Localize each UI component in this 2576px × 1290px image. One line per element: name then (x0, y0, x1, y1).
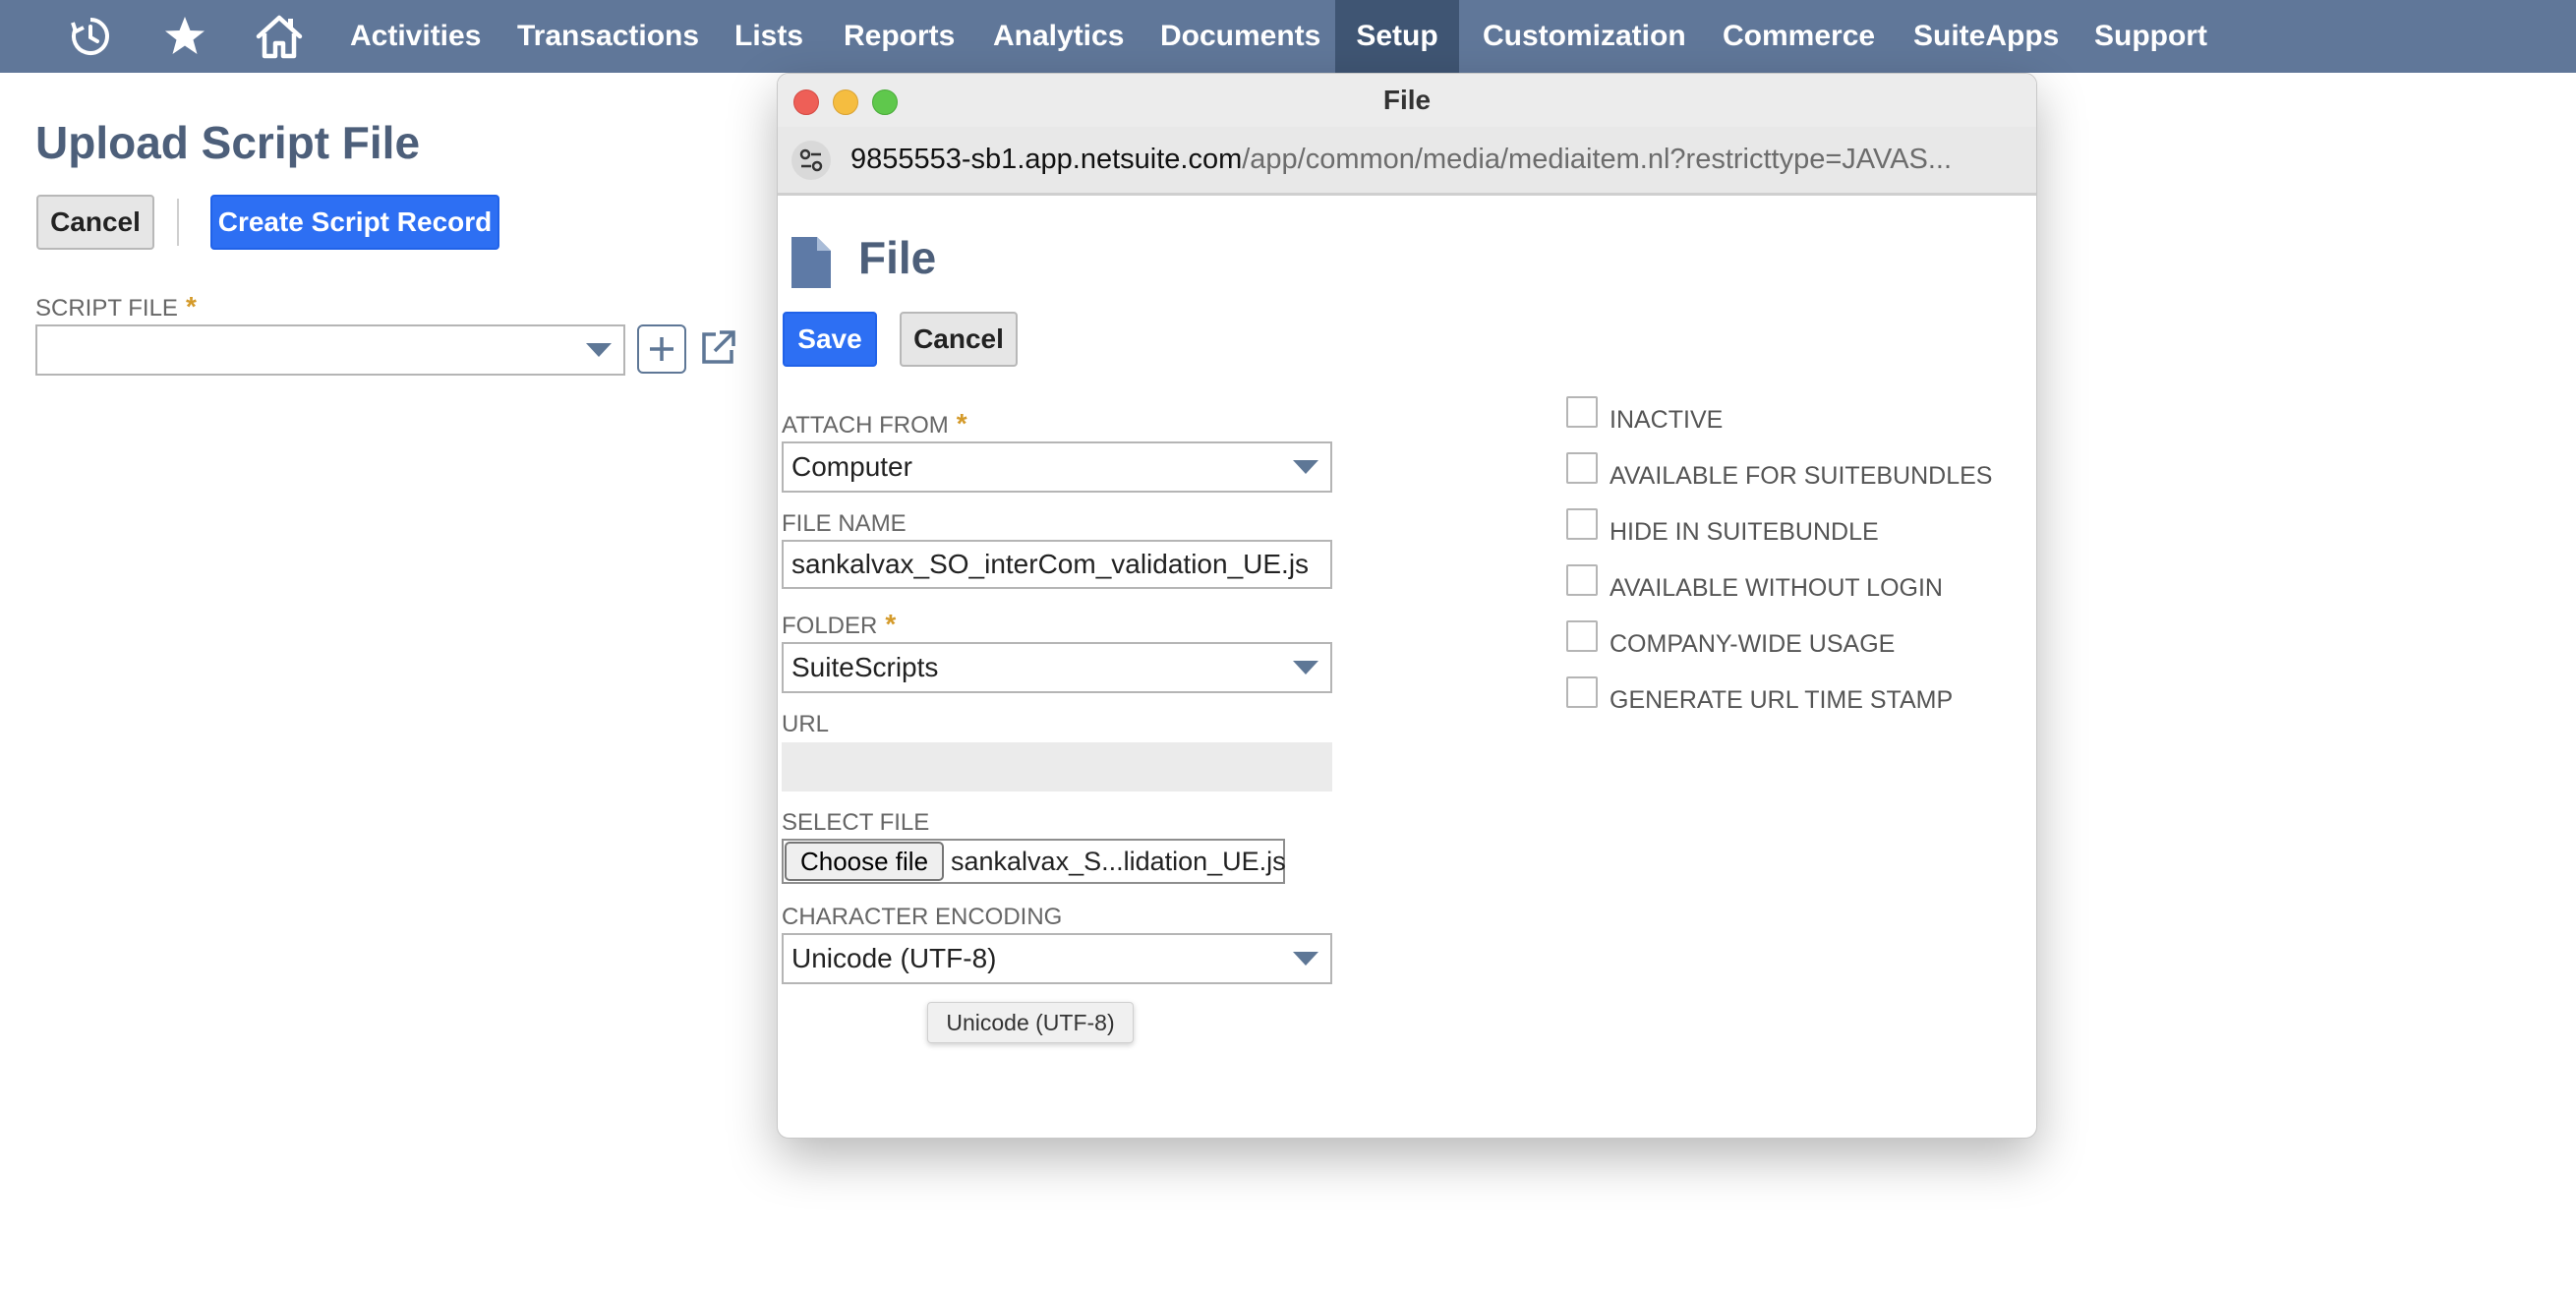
file-chooser[interactable]: Choose file sankalvax_S...lidation_UE.js (782, 839, 1286, 884)
company-wide-usage-checkbox[interactable] (1566, 620, 1598, 652)
required-marker: * (185, 291, 197, 322)
chevron-down-icon (1293, 952, 1318, 966)
script-file-label-text: SCRIPT FILE (35, 295, 178, 322)
popup-cancel-button[interactable]: Cancel (900, 312, 1018, 367)
nav-reports[interactable]: Reports (822, 0, 976, 73)
character-encoding-select[interactable]: Unicode (UTF-8) (782, 933, 1332, 984)
recent-history-icon[interactable] (63, 10, 118, 63)
nav-suiteapps[interactable]: SuiteApps (1892, 0, 2080, 73)
window-title: File (1382, 85, 1432, 115)
select-file-label: SELECT FILE (782, 809, 930, 836)
open-external-icon[interactable] (698, 328, 737, 368)
url-path: /app/common/media/mediaitem.nl?restrictt… (1242, 144, 1953, 175)
character-encoding-value: Unicode (UTF-8) (791, 943, 997, 973)
available-for-suitebundles-label: AVAILABLE FOR SUITEBUNDLES (1610, 462, 1993, 490)
chevron-down-icon (1293, 661, 1318, 674)
required-marker: * (885, 609, 897, 639)
file-popup-window: File 9855553-sb1.app.netsuite.com/app/co… (777, 73, 2037, 1139)
nav-documents[interactable]: Documents (1139, 0, 1342, 73)
nav-activities[interactable]: Activities (328, 0, 502, 73)
nav-lists[interactable]: Lists (713, 0, 825, 73)
home-icon[interactable] (252, 10, 307, 63)
hide-in-suitebundle-checkbox[interactable] (1566, 508, 1598, 540)
nav-support[interactable]: Support (2073, 0, 2229, 73)
file-name-label: FILE NAME (782, 510, 907, 537)
url-text[interactable]: 9855553-sb1.app.netsuite.com/app/common/… (850, 127, 2020, 192)
character-encoding-label: CHARACTER ENCODING (782, 904, 1063, 930)
nav-transactions[interactable]: Transactions (496, 0, 721, 73)
company-wide-usage-label: COMPANY-WIDE USAGE (1610, 630, 1896, 658)
plus-icon (650, 337, 673, 361)
file-name-input[interactable]: sankalvax_SO_interCom_validation_UE.js (782, 540, 1332, 589)
attach-from-label-text: ATTACH FROM (782, 412, 949, 439)
inactive-label: INACTIVE (1610, 406, 1724, 434)
button-divider (177, 199, 179, 246)
url-input (782, 742, 1332, 792)
document-icon (790, 235, 833, 290)
page-title: Upload Script File (35, 117, 421, 168)
create-script-record-button[interactable]: Create Script Record (210, 195, 499, 250)
attach-from-select[interactable]: Computer (782, 441, 1332, 493)
required-marker: * (956, 408, 967, 439)
nav-setup[interactable]: Setup (1335, 0, 1459, 73)
folder-value: SuiteScripts (791, 652, 939, 682)
file-heading: File (858, 232, 937, 283)
chevron-down-icon (1293, 460, 1318, 474)
cancel-button[interactable]: Cancel (36, 195, 154, 250)
chevron-down-icon (586, 343, 612, 357)
nav-commerce[interactable]: Commerce (1701, 0, 1897, 73)
script-file-select[interactable] (35, 324, 625, 376)
nav-analytics[interactable]: Analytics (971, 0, 1145, 73)
script-file-label: SCRIPT FILE * (35, 291, 197, 322)
url-host: 9855553-sb1.app.netsuite.com (850, 144, 1243, 175)
site-settings-icon[interactable] (791, 141, 831, 180)
inactive-checkbox[interactable] (1566, 396, 1598, 428)
available-for-suitebundles-checkbox[interactable] (1566, 452, 1598, 484)
url-label: URL (782, 711, 830, 737)
available-without-login-checkbox[interactable] (1566, 564, 1598, 596)
address-bar[interactable]: 9855553-sb1.app.netsuite.com/app/common/… (778, 127, 2036, 196)
folder-label-text: FOLDER (782, 613, 878, 639)
attach-from-value: Computer (791, 451, 912, 482)
star-icon[interactable] (157, 10, 212, 63)
add-new-button[interactable] (637, 324, 686, 374)
hide-in-suitebundle-label: HIDE IN SUITEBUNDLE (1610, 518, 1879, 546)
encoding-tooltip: Unicode (UTF-8) (927, 1002, 1134, 1043)
save-button[interactable]: Save (783, 312, 877, 367)
folder-label: FOLDER * (782, 609, 896, 640)
window-titlebar: File (778, 74, 2036, 128)
generate-url-time-stamp-label: GENERATE URL TIME STAMP (1610, 686, 1954, 714)
available-without-login-label: AVAILABLE WITHOUT LOGIN (1610, 574, 1943, 602)
nav-customization[interactable]: Customization (1461, 0, 1708, 73)
generate-url-time-stamp-checkbox[interactable] (1566, 676, 1598, 708)
top-navigation-bar: Activities Transactions Lists Reports An… (0, 0, 2576, 73)
chosen-file-name: sankalvax_S...lidation_UE.js (951, 847, 1286, 876)
choose-file-button[interactable]: Choose file (785, 842, 944, 881)
attach-from-label: ATTACH FROM * (782, 408, 967, 440)
folder-select[interactable]: SuiteScripts (782, 642, 1332, 693)
